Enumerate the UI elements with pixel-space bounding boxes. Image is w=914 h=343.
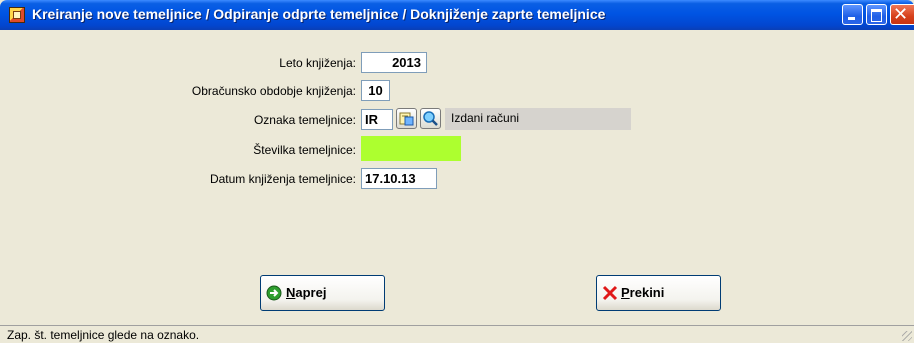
resize-grip-icon[interactable] (902, 331, 912, 341)
journal-mark-label: Oznaka temeljnice: (253, 113, 356, 127)
maximize-button[interactable] (866, 4, 887, 25)
period-input[interactable]: 10 (361, 80, 390, 101)
next-button-label: Naprej (286, 285, 327, 300)
journal-mark-description: Izdani računi (445, 108, 631, 130)
cancel-button[interactable]: Prekini (596, 275, 721, 311)
journal-mark-description-text: Izdani računi (451, 111, 520, 125)
status-text: Zap. št. temeljnice glede na oznako. (7, 328, 200, 342)
journal-number-input[interactable] (361, 136, 461, 161)
search-button[interactable] (420, 108, 441, 129)
minimize-button[interactable] (842, 4, 863, 25)
year-input[interactable]: 2013 (361, 52, 427, 73)
close-button[interactable]: ✕ (890, 4, 914, 25)
lookup-list-icon (399, 112, 414, 126)
lookup-list-button[interactable] (396, 108, 417, 129)
green-arrow-icon (266, 285, 282, 301)
app-icon (9, 7, 25, 23)
dialog-window: Kreiranje nove temeljnice / Odpiranje od… (0, 0, 914, 343)
title-bar[interactable]: Kreiranje nove temeljnice / Odpiranje od… (0, 0, 914, 30)
posting-date-input[interactable]: 17.10.13 (361, 168, 437, 189)
red-x-icon (602, 285, 618, 301)
next-button[interactable]: Naprej (260, 275, 385, 311)
journal-number-label: Številka temeljnice: (253, 143, 356, 157)
year-label: Leto knjiženja: (279, 56, 356, 70)
period-label: Obračunsko obdobje knjiženja: (191, 84, 356, 98)
status-bar: Zap. št. temeljnice glede na oznako. (0, 325, 914, 343)
close-icon: ✕ (893, 4, 909, 25)
search-icon (423, 111, 438, 126)
cancel-button-label: Prekini (621, 285, 665, 300)
journal-mark-input[interactable]: IR (361, 109, 393, 130)
window-title: Kreiranje nove temeljnice / Odpiranje od… (32, 6, 606, 22)
posting-date-label: Datum knjiženja temeljnice: (209, 172, 356, 186)
